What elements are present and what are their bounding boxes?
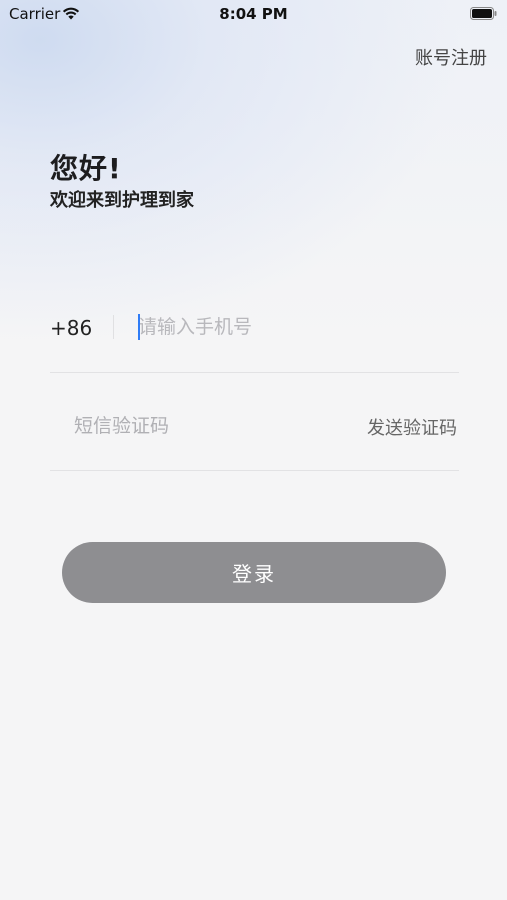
status-bar: Carrier 8:04 PM	[0, 0, 507, 28]
welcome-subtitle: 欢迎来到护理到家	[50, 190, 194, 211]
country-code-selector[interactable]: +86	[50, 316, 92, 340]
send-code-button[interactable]: 发送验证码	[367, 414, 457, 440]
field-divider	[113, 315, 114, 339]
sms-code-input[interactable]	[74, 411, 294, 441]
login-button[interactable]: 登录	[62, 542, 446, 603]
text-caret	[138, 314, 140, 340]
sms-code-row: 发送验证码	[50, 373, 459, 471]
battery-icon	[470, 7, 497, 20]
phone-field-row: +86	[50, 300, 459, 373]
clock: 8:04 PM	[219, 5, 288, 23]
greeting-title: 您好!	[50, 152, 122, 185]
register-account-link[interactable]: 账号注册	[415, 44, 487, 70]
phone-number-input[interactable]	[138, 312, 438, 342]
